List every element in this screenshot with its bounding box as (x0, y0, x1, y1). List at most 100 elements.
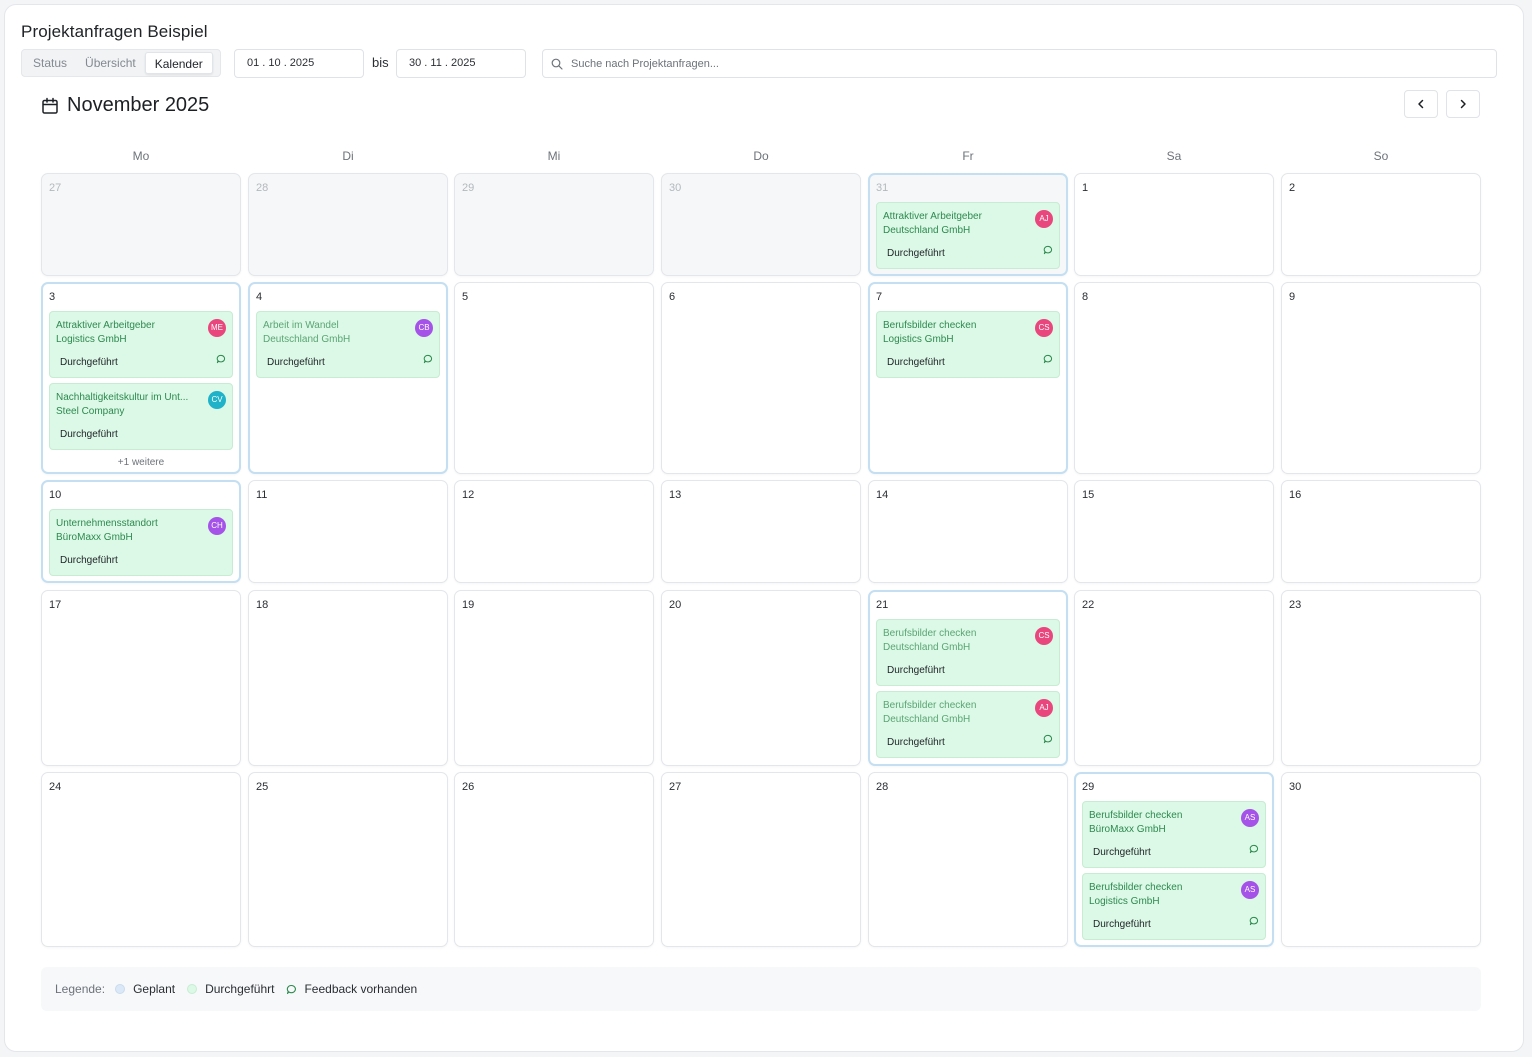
calendar-day-cell[interactable]: 10 Unternehmensstandort BüroMaxx GmbH CH Dur… (41, 480, 241, 583)
calendar-day-cell[interactable]: 28 (248, 173, 448, 276)
day-number: 16 (1289, 489, 1302, 501)
event-card[interactable]: Berufsbilder checken Deutschland GmbH CS Du… (876, 619, 1060, 686)
event-title-block: Berufsbilder checken Logistics GmbH (1089, 881, 1239, 909)
feedback-icon[interactable] (423, 351, 433, 369)
tab-uebersicht[interactable]: Übersicht (76, 52, 145, 74)
calendar-day-cell[interactable]: 14 (868, 480, 1068, 583)
legend-feedback-label: Feedback vorhanden (304, 982, 418, 996)
status-badge: Durchgeführt (54, 553, 124, 569)
day-number: 13 (669, 489, 682, 501)
day-number: 2 (1289, 182, 1296, 194)
day-number: 24 (49, 781, 62, 793)
date-from-input[interactable]: 01 . 10 . 2025 (234, 49, 364, 78)
event-title-block: Nachhaltigkeitskultur im Unt... Steel Com… (56, 391, 206, 419)
tab-kalender[interactable]: Kalender (144, 52, 213, 74)
feedback-icon[interactable] (1043, 242, 1053, 260)
date-to-input[interactable]: 30 . 11 . 2025 (396, 49, 526, 78)
legend-dot-durchgefuehrt (187, 984, 198, 994)
event-card[interactable]: Berufsbilder checken Logistics GmbH CS Durc… (876, 311, 1060, 378)
feedback-icon[interactable] (1043, 731, 1053, 749)
calendar-day-cell[interactable]: 8 (1074, 282, 1274, 474)
calendar-day-cell[interactable]: 29 (454, 173, 654, 276)
event-company: Logistics GmbH (56, 334, 127, 345)
feedback-icon[interactable] (1249, 913, 1259, 931)
calendar-day-cell[interactable]: 5 (454, 282, 654, 474)
day-number: 18 (256, 599, 269, 611)
event-title-block: Unternehmensstandort BüroMaxx GmbH (56, 517, 206, 545)
event-title-block: Berufsbilder checken Logistics GmbH (883, 319, 1033, 347)
calendar-day-cell[interactable]: 27 (41, 173, 241, 276)
calendar-day-cell[interactable]: 19 (454, 590, 654, 766)
calendar-icon (42, 97, 58, 114)
event-title-block: Attraktiver Arbeitgeber Deutschland GmbH (883, 210, 1033, 238)
day-number: 23 (1289, 599, 1302, 611)
event-company: BüroMaxx GmbH (56, 532, 133, 543)
calendar-day-cell[interactable]: 26 (454, 772, 654, 947)
calendar-day-cell[interactable]: 7 Berufsbilder checken Logistics GmbH CS Dur… (868, 282, 1068, 474)
avatar: AJ (1035, 699, 1053, 717)
event-card[interactable]: Nachhaltigkeitskultur im Unt... Steel Com… (49, 383, 233, 450)
calendar-day-cell[interactable]: 27 (661, 772, 861, 947)
feedback-icon[interactable] (216, 351, 226, 369)
more-events-link[interactable]: +1 weitere (43, 457, 239, 468)
feedback-icon[interactable] (1043, 351, 1053, 369)
chevron-left-icon (1418, 99, 1424, 109)
avatar: AS (1241, 881, 1259, 899)
calendar-day-cell[interactable]: 21 Berufsbilder checken Deutschland GmbH CS… (868, 590, 1068, 766)
calendar-day-cell[interactable]: 28 (868, 772, 1068, 947)
calendar-day-cell[interactable]: 4 Arbeit im Wandel Deutschland GmbH CB Durch… (248, 282, 448, 474)
calendar-day-cell[interactable]: 2 (1281, 173, 1481, 276)
calendar-day-cell[interactable]: 22 (1074, 590, 1274, 766)
calendar-day-cell[interactable]: 9 (1281, 282, 1481, 474)
day-number: 8 (1082, 291, 1089, 303)
prev-month-button[interactable] (1404, 90, 1438, 118)
calendar-day-cell[interactable]: 17 (41, 590, 241, 766)
legend-item-feedback: Feedback vorhanden (286, 982, 417, 996)
calendar-day-cell[interactable]: 30 (1281, 772, 1481, 947)
event-card[interactable]: Attraktiver Arbeitgeber Logistics GmbH ME D… (49, 311, 233, 378)
event-title: Berufsbilder checken (883, 320, 977, 331)
calendar-day-cell[interactable]: 6 (661, 282, 861, 474)
event-card[interactable]: Berufsbilder checken Deutschland GmbH AJ Du… (876, 691, 1060, 758)
next-month-button[interactable] (1446, 90, 1480, 118)
calendar-day-cell[interactable]: 12 (454, 480, 654, 583)
calendar-day-cell[interactable]: 23 (1281, 590, 1481, 766)
avatar: CB (415, 319, 433, 337)
calendar-day-cell[interactable]: 13 (661, 480, 861, 583)
day-number: 19 (462, 599, 475, 611)
event-card[interactable]: Attraktiver Arbeitgeber Deutschland GmbH A… (876, 202, 1060, 269)
calendar-day-cell[interactable]: 3 Attraktiver Arbeitgeber Logistics GmbH ME… (41, 282, 241, 474)
calendar-day-cell[interactable]: 25 (248, 772, 448, 947)
status-badge: Durchgeführt (881, 735, 951, 751)
calendar-day-cell[interactable]: 30 (661, 173, 861, 276)
search-box (542, 49, 1497, 78)
event-card[interactable]: Berufsbilder checken BüroMaxx GmbH AS Durch… (1082, 801, 1266, 868)
search-input[interactable] (571, 54, 1471, 74)
calendar-day-cell[interactable]: 24 (41, 772, 241, 947)
calendar-day-cell[interactable]: 15 (1074, 480, 1274, 583)
date-range-separator: bis (372, 55, 389, 70)
calendar-day-cell[interactable]: 18 (248, 590, 448, 766)
day-number: 4 (256, 291, 263, 303)
event-title: Attraktiver Arbeitgeber (883, 211, 982, 222)
calendar-day-cell[interactable]: 31 Attraktiver Arbeitgeber Deutschland Gmb… (868, 173, 1068, 276)
view-tabs: Status Übersicht Kalender (21, 49, 221, 77)
event-card[interactable]: Unternehmensstandort BüroMaxx GmbH CH Durch… (49, 509, 233, 576)
weekday-header: Do (753, 149, 769, 163)
weekday-header: Mi (547, 149, 561, 163)
status-badge: Durchgeführt (881, 246, 951, 262)
event-card[interactable]: Berufsbilder checken Logistics GmbH AS Durc… (1082, 873, 1266, 940)
event-title: Berufsbilder checken (1089, 882, 1183, 893)
tab-status[interactable]: Status (24, 52, 76, 74)
calendar-day-cell[interactable]: 20 (661, 590, 861, 766)
calendar-day-cell[interactable]: 29 Berufsbilder checken BüroMaxx GmbH AS Dur… (1074, 772, 1274, 947)
calendar-day-cell[interactable]: 1 (1074, 173, 1274, 276)
event-title: Berufsbilder checken (883, 628, 977, 639)
calendar-day-cell[interactable]: 16 (1281, 480, 1481, 583)
feedback-icon[interactable] (1249, 841, 1259, 859)
calendar-day-cell[interactable]: 11 (248, 480, 448, 583)
day-number: 21 (876, 599, 889, 611)
day-number: 7 (876, 291, 883, 303)
event-company: Logistics GmbH (1089, 896, 1160, 907)
event-card[interactable]: Arbeit im Wandel Deutschland GmbH CB Durchg… (256, 311, 440, 378)
